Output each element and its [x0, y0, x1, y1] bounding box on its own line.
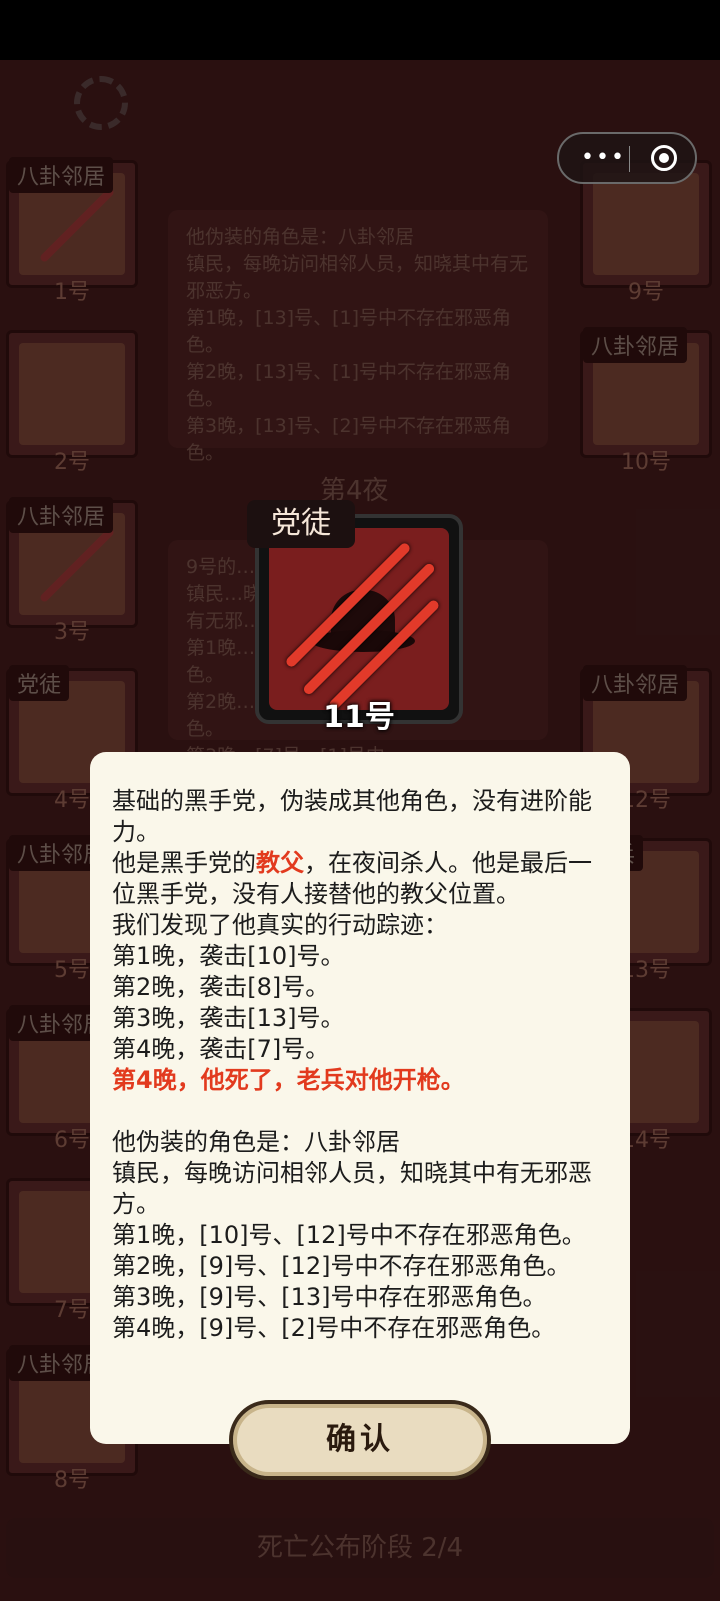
role-detail: 他是黑手党的教父，在夜间杀人。他是最后一位黑手党，没有人接替他的教父位置。 — [112, 849, 592, 908]
night-action: 第1晚，袭击[10]号。 — [112, 942, 345, 970]
check-result: 第3晚，[9]号、[13]号中存在邪恶角色。 — [112, 1283, 547, 1311]
night-action: 第3晚，袭击[13]号。 — [112, 1004, 345, 1032]
confirm-label: 确认 — [326, 1422, 394, 1457]
disguise-description: 镇民，每晚访问相邻人员，知晓其中有无邪恶方。 — [112, 1159, 592, 1218]
night-action: 第2晚，袭击[8]号。 — [112, 973, 330, 1001]
disguise-role: 他伪装的角色是：八卦邻居 — [112, 1128, 400, 1156]
clawed-hat-icon — [269, 528, 449, 710]
mini-program-capsule: ••• — [557, 132, 697, 184]
seat-number: 11号 — [323, 700, 395, 735]
highlight-role: 教父 — [256, 849, 304, 877]
role-info-dialog: 基础的黑手党，伪装成其他角色，没有进阶能力。 他是黑手党的教父，在夜间杀人。他是… — [90, 752, 630, 1444]
role-description: 基础的黑手党，伪装成其他角色，没有进阶能力。 — [112, 787, 592, 846]
check-result: 第1晚，[10]号、[12]号中不存在邪恶角色。 — [112, 1221, 586, 1249]
death-note: 第4晚，他死了，老兵对他开枪。 — [112, 1066, 465, 1094]
check-result: 第4晚，[9]号、[2]号中不存在邪恶角色。 — [112, 1314, 556, 1342]
night-action: 第4晚，袭击[7]号。 — [112, 1035, 330, 1063]
check-result: 第2晚，[9]号、[12]号中不存在邪恶角色。 — [112, 1252, 571, 1280]
trace-heading: 我们发现了他真实的行动踪迹： — [112, 911, 448, 939]
close-icon[interactable] — [651, 145, 677, 171]
role-tag: 党徒 — [247, 500, 355, 548]
more-icon[interactable]: ••• — [581, 145, 626, 170]
confirm-button[interactable]: 确认 — [229, 1400, 491, 1480]
status-bar — [0, 0, 720, 60]
